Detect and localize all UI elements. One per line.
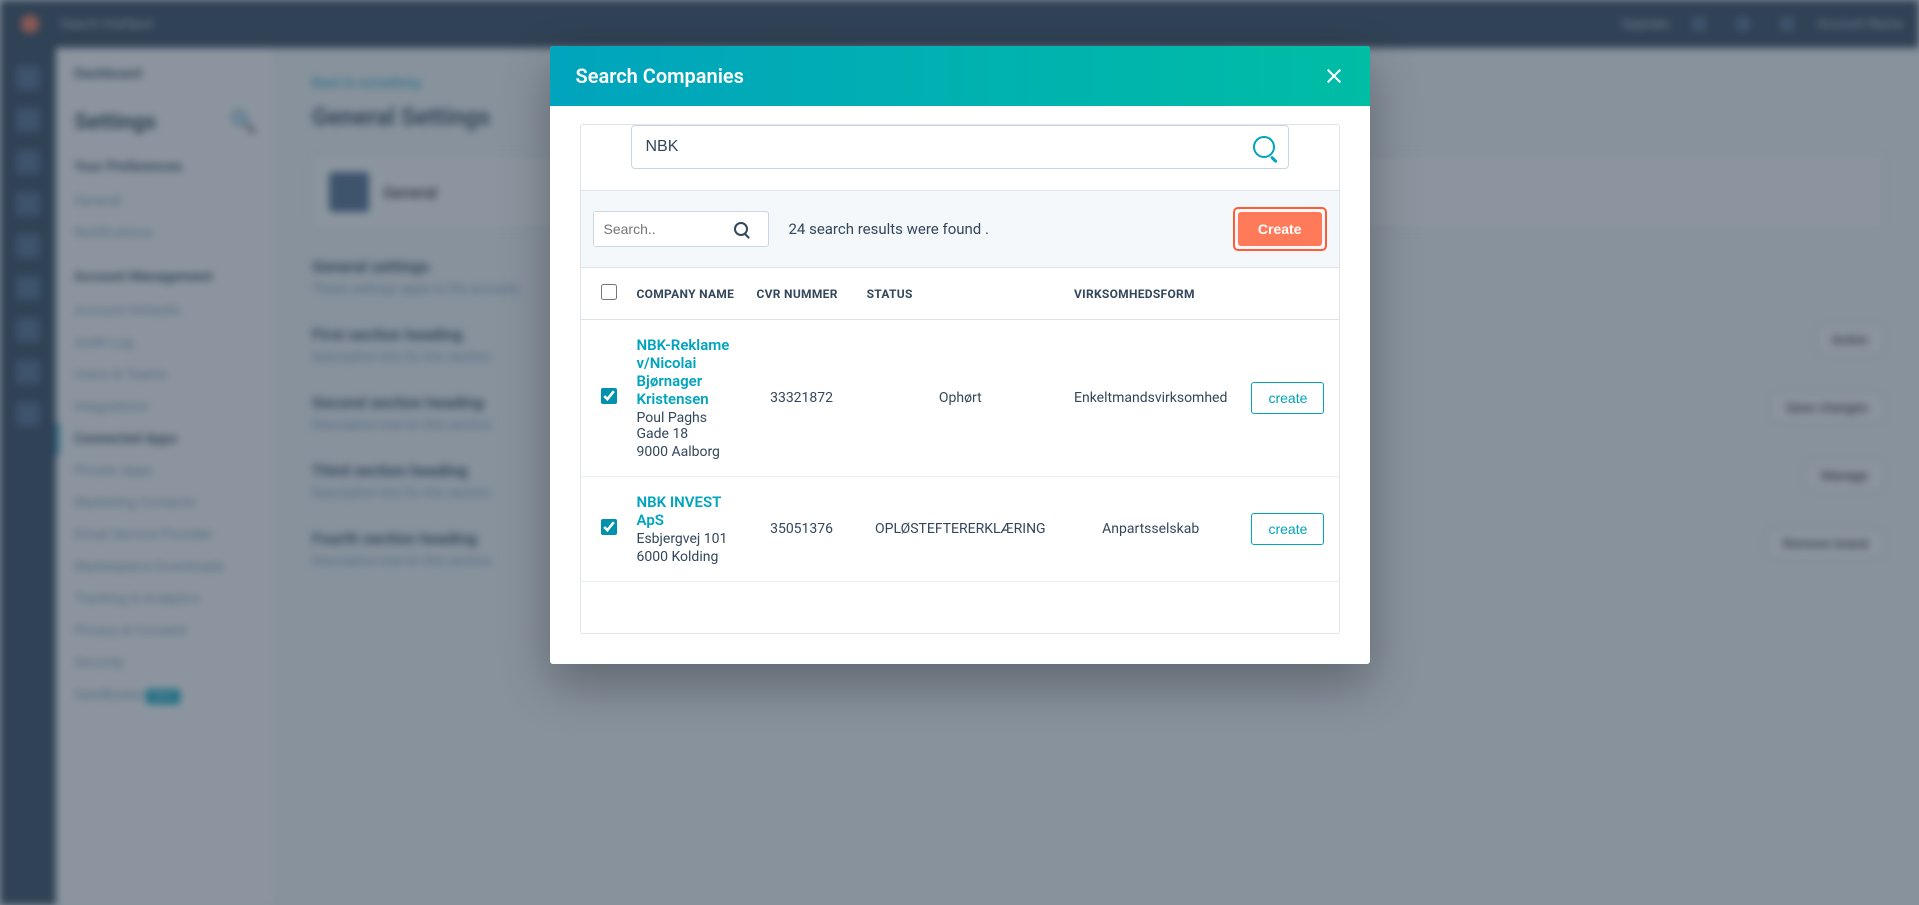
table-row: NBK-Reklame v/Nicolai Bjørnager Kristens… [581, 320, 1339, 477]
col-actions [1237, 268, 1338, 320]
search-icon[interactable] [1253, 136, 1275, 158]
filter-search-icon[interactable] [734, 222, 748, 236]
company-address-line2: 9000 Aalborg [637, 444, 737, 460]
company-search-input[interactable] [631, 125, 1289, 169]
results-bar: 24 search results were found . Create [581, 190, 1339, 268]
col-cvr: CVR NUMMER [747, 268, 857, 320]
inner-frame: 24 search results were found . Create CO… [580, 124, 1340, 634]
results-table: COMPANY NAME CVR NUMMER STATUS VIRKSOMHE… [581, 268, 1339, 582]
search-companies-modal: Search Companies 24 search results were … [550, 46, 1370, 664]
form-cell: Enkeltmandsvirksomhed [1064, 320, 1237, 477]
row-create-button[interactable]: create [1251, 382, 1324, 414]
close-icon[interactable] [1324, 66, 1344, 86]
modal-title: Search Companies [576, 64, 744, 88]
filter-input[interactable] [594, 212, 734, 246]
company-name-link[interactable]: NBK INVEST ApS [637, 493, 737, 529]
frame-scroll[interactable]: 24 search results were found . Create CO… [581, 125, 1339, 633]
company-address-line1: Esbjergvej 101 [637, 531, 737, 547]
filter-search [593, 211, 769, 247]
cvr-cell: 33321872 [747, 320, 857, 477]
cvr-cell: 35051376 [747, 477, 857, 582]
table-row: NBK INVEST ApS Esbjergvej 101 6000 Koldi… [581, 477, 1339, 582]
row-create-button[interactable]: create [1251, 513, 1324, 545]
company-address-line1: Poul Paghs Gade 18 [637, 410, 737, 442]
col-form: VIRKSOMHEDSFORM [1064, 268, 1237, 320]
create-button-highlight: Create [1233, 207, 1327, 251]
status-cell: Ophørt [857, 320, 1064, 477]
status-cell: OPLØSTEFTERERKLÆRING [857, 477, 1064, 582]
search-top [581, 125, 1339, 190]
col-status: STATUS [857, 268, 1064, 320]
col-checkbox [581, 268, 627, 320]
row-checkbox[interactable] [601, 519, 617, 535]
modal-body: 24 search results were found . Create CO… [550, 106, 1370, 664]
col-company: COMPANY NAME [627, 268, 747, 320]
company-name-link[interactable]: NBK-Reklame v/Nicolai Bjørnager Kristens… [637, 336, 737, 408]
modal-header: Search Companies [550, 46, 1370, 106]
select-all-checkbox[interactable] [601, 284, 617, 300]
results-count: 24 search results were found . [789, 220, 989, 238]
form-cell: Anpartsselskab [1064, 477, 1237, 582]
company-address-line2: 6000 Kolding [637, 549, 737, 565]
row-checkbox[interactable] [601, 388, 617, 404]
create-button[interactable]: Create [1238, 212, 1322, 246]
